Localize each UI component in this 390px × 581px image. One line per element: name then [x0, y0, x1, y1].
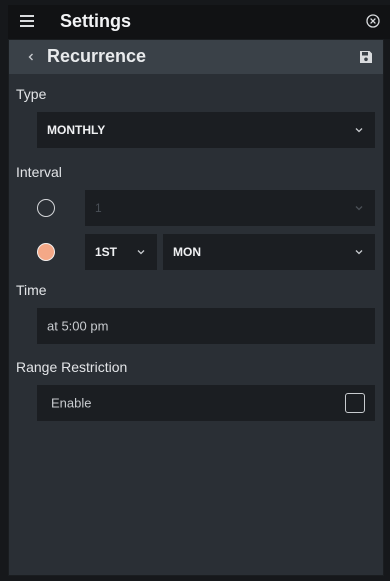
chevron-down-icon [137, 250, 145, 255]
app-bar: Settings [8, 5, 390, 39]
interval-day-radio[interactable] [37, 199, 55, 217]
ordinal-select-value: 1ST [95, 245, 118, 259]
time-value: at 5:00 pm [47, 318, 109, 334]
chevron-left-icon[interactable] [26, 51, 36, 63]
recurrence-panel: Recurrence Type MONTHLY Interval 1 1ST M… [8, 39, 384, 576]
type-select-value: MONTHLY [47, 123, 106, 137]
range-restriction-label: Range Restriction [16, 359, 128, 375]
type-select[interactable]: MONTHLY [37, 112, 375, 148]
save-floppy-icon[interactable] [359, 50, 373, 64]
type-label: Type [16, 86, 47, 102]
close-circle-icon[interactable] [366, 14, 380, 28]
time-field[interactable]: at 5:00 pm [37, 308, 375, 344]
weekday-select-value: MON [173, 245, 201, 259]
range-enable-label: Enable [51, 395, 92, 411]
ordinal-select[interactable]: 1ST [85, 234, 157, 270]
chevron-down-icon [355, 250, 363, 255]
range-enable-checkbox[interactable] [345, 393, 365, 413]
weekday-select[interactable]: MON [163, 234, 375, 270]
chevron-down-icon [355, 206, 363, 211]
range-enable-row[interactable]: Enable [37, 385, 375, 421]
interval-label: Interval [16, 164, 62, 180]
interval-day-value: 1 [95, 201, 102, 215]
recurrence-header: Recurrence [9, 40, 383, 74]
app-title: Settings [60, 11, 132, 31]
interval-week-radio[interactable] [37, 243, 55, 261]
interval-day-select[interactable]: 1 [85, 190, 375, 226]
time-label: Time [16, 282, 47, 298]
hamburger-menu-icon[interactable] [20, 15, 34, 27]
page-title: Recurrence [47, 46, 147, 66]
chevron-down-icon [355, 128, 363, 133]
